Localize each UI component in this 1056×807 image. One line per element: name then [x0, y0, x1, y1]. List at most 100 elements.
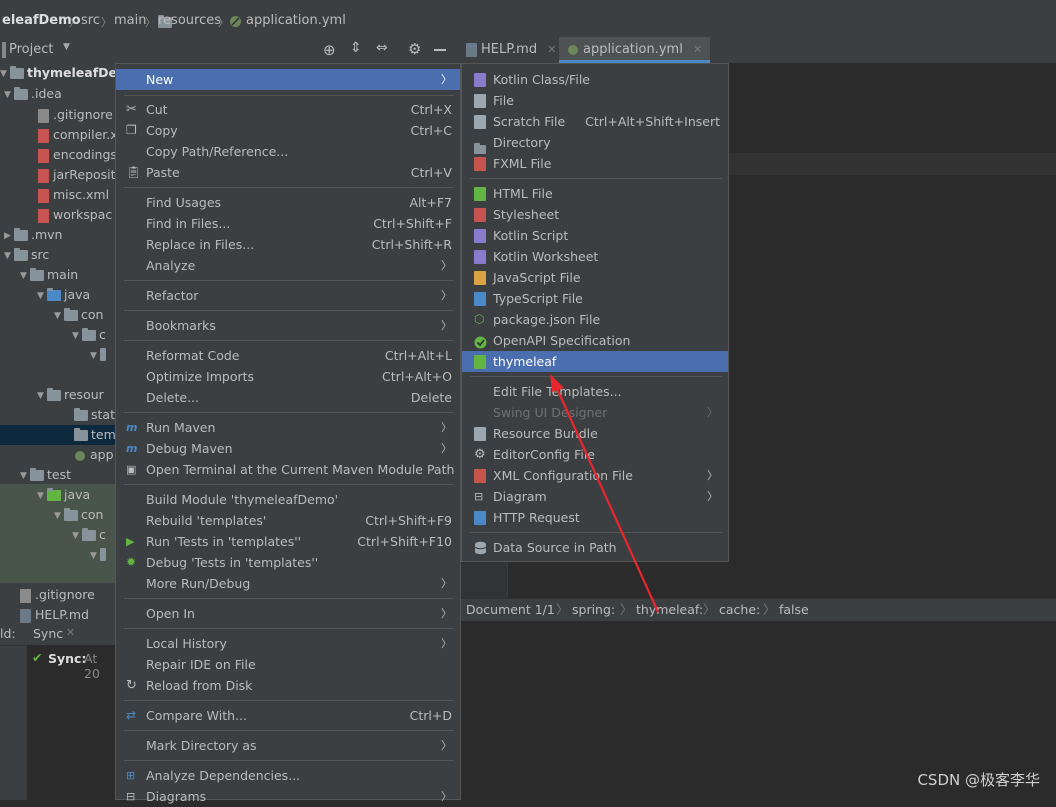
collapse-all-icon[interactable]: ⇔: [376, 40, 388, 56]
project-tree[interactable]: ▼thymeleafDemo ▼.idea .gitignore compile…: [0, 63, 115, 623]
tree-item-mvn[interactable]: ▶ .mvn: [4, 225, 62, 245]
menu-item-rebuild[interactable]: Rebuild 'templates' Ctrl+Shift+F9: [116, 510, 460, 531]
menu-item-more-run-debug[interactable]: More Run/Debug 〉: [116, 573, 460, 594]
submenu-item-javascript[interactable]: JavaScript File: [462, 267, 728, 288]
submenu-item-openapi[interactable]: OpenAPI Specification: [462, 330, 728, 351]
tree-item-main[interactable]: ▼ main: [20, 265, 78, 285]
tree-item-java[interactable]: ▼ java: [37, 285, 90, 305]
diagram-icon: ⊟: [126, 790, 136, 803]
crosshair-icon[interactable]: ⊕: [323, 41, 336, 59]
tree-item-encodings[interactable]: encodings: [38, 145, 115, 165]
tree-item-static[interactable]: stat: [74, 405, 115, 425]
tree-item-label: thymeleafDemo: [27, 65, 115, 80]
menu-item-delete[interactable]: Delete... Delete: [116, 387, 460, 408]
submenu-arrow-icon: 〉: [441, 421, 452, 434]
tree-item-root-gitignore[interactable]: .gitignore: [20, 585, 95, 605]
menu-item-find-usages[interactable]: Find Usages Alt+F7: [116, 192, 460, 213]
submenu-item-package-json[interactable]: ⬡ package.json File: [462, 309, 728, 330]
menu-item-new[interactable]: New 〉: [116, 69, 460, 90]
submenu-item-stylesheet[interactable]: Stylesheet: [462, 204, 728, 225]
gear-icon[interactable]: ⚙: [408, 40, 421, 58]
submenu-item-html[interactable]: HTML File: [462, 183, 728, 204]
tree-item-application-yml[interactable]: app: [74, 445, 114, 465]
tree-item-templates-selected[interactable]: tem: [0, 425, 115, 445]
submenu-item-directory[interactable]: Directory: [462, 132, 728, 154]
submenu-item-fxml[interactable]: FXML File: [462, 153, 728, 174]
menu-item-compare-with[interactable]: ⇄ Compare With... Ctrl+D: [116, 705, 460, 726]
diagram-icon: ⊟: [474, 490, 484, 503]
tree-item-root[interactable]: ▼thymeleafDemo: [0, 63, 115, 83]
minimize-icon[interactable]: [434, 49, 446, 51]
crumb-cache[interactable]: cache:: [719, 599, 760, 621]
sync-tab[interactable]: Sync: [33, 626, 63, 641]
menu-item-run-tests[interactable]: ▶ Run 'Tests in 'templates'' Ctrl+Shift+F1…: [116, 531, 460, 552]
tree-item-compiler[interactable]: compiler.x: [38, 125, 115, 145]
menu-item-open-in[interactable]: Open In 〉: [116, 603, 460, 624]
menu-item-diagrams[interactable]: ⊟ Diagrams 〉: [116, 786, 460, 807]
menu-item-debug-maven[interactable]: m Debug Maven 〉: [116, 438, 460, 459]
folder-icon: [474, 138, 486, 154]
menu-item-paste[interactable]: 📋︎ Paste Ctrl+V: [116, 162, 460, 183]
tree-item-package[interactable]: ▼: [90, 345, 106, 365]
submenu-item-typescript[interactable]: TypeScript File: [462, 288, 728, 309]
chevron-down-icon[interactable]: ▼: [63, 42, 70, 52]
tree-item-jarrepositories[interactable]: jarReposit: [38, 165, 115, 185]
menu-item-debug-tests[interactable]: ✹ Debug 'Tests in 'templates'': [116, 552, 460, 573]
tree-item-src[interactable]: ▼ src: [4, 245, 49, 265]
submenu-item-kotlin-script[interactable]: Kotlin Script: [462, 225, 728, 246]
crumb-false[interactable]: false: [779, 599, 809, 621]
menu-item-mark-directory[interactable]: Mark Directory as 〉: [116, 735, 460, 756]
menu-label: Diagrams: [146, 789, 207, 804]
tree-item-resources[interactable]: ▼ resour: [37, 385, 104, 405]
menu-item-find-in-files[interactable]: Find in Files... Ctrl+Shift+F: [116, 213, 460, 234]
breadcrumb-application-yml[interactable]: application.yml: [246, 13, 346, 28]
tree-item-test[interactable]: ▼ test: [20, 465, 71, 485]
menu-item-optimize-imports[interactable]: Optimize Imports Ctrl+Alt+O: [116, 366, 460, 387]
menu-item-copy[interactable]: ❐ Copy Ctrl+C: [116, 120, 460, 141]
menu-item-refactor[interactable]: Refactor 〉: [116, 285, 460, 306]
tree-item-package[interactable]: ▼ c: [72, 525, 106, 545]
menu-item-run-maven[interactable]: m Run Maven 〉: [116, 417, 460, 438]
menu-item-reformat-code[interactable]: Reformat Code Ctrl+Alt+L: [116, 345, 460, 366]
tree-item-misc[interactable]: misc.xml: [38, 185, 109, 205]
tree-item-package[interactable]: ▼ con: [54, 305, 103, 325]
menu-item-repair-ide[interactable]: Repair IDE on File: [116, 654, 460, 675]
tree-item-gitignore[interactable]: .gitignore: [38, 105, 113, 125]
build-tab[interactable]: ld:: [0, 626, 16, 641]
tab-help-md[interactable]: HELP.md ✕: [458, 37, 564, 63]
submenu-item-kotlin-class[interactable]: Kotlin Class/File: [462, 69, 728, 90]
breadcrumb-resources[interactable]: resources: [158, 13, 221, 28]
close-icon[interactable]: ✕: [66, 626, 75, 639]
tree-item-package[interactable]: ▼ con: [54, 505, 103, 525]
project-icon: [2, 42, 6, 58]
tree-item-workspace[interactable]: workspac: [38, 205, 112, 225]
menu-item-replace-in-files[interactable]: Replace in Files... Ctrl+Shift+R: [116, 234, 460, 255]
submenu-arrow-icon: 〉: [441, 319, 452, 332]
breadcrumb-main[interactable]: main: [114, 13, 146, 28]
tree-item-package[interactable]: ▼: [90, 545, 106, 565]
menu-item-bookmarks[interactable]: Bookmarks 〉: [116, 315, 460, 336]
breadcrumb-src[interactable]: src: [81, 13, 100, 28]
project-view-title[interactable]: Project: [9, 42, 53, 57]
tree-item-test-java[interactable]: ▼ java: [37, 485, 90, 505]
tree-item-idea[interactable]: ▼ .idea: [4, 84, 62, 104]
submenu-item-kotlin-worksheet[interactable]: Kotlin Worksheet: [462, 246, 728, 267]
menu-item-reload-from-disk[interactable]: ↻ Reload from Disk: [116, 675, 460, 696]
submenu-item-scratch-file[interactable]: Scratch File Ctrl+Alt+Shift+Insert: [462, 111, 728, 132]
menu-item-local-history[interactable]: Local History 〉: [116, 633, 460, 654]
folder-icon: [30, 268, 44, 281]
menu-item-analyze-dependencies[interactable]: ⊞ Analyze Dependencies...: [116, 765, 460, 786]
tree-item-package[interactable]: ▼ c: [72, 325, 106, 345]
close-icon[interactable]: ✕: [547, 43, 556, 56]
annotation-arrow: [550, 374, 660, 613]
menu-item-cut[interactable]: ✂ Cut Ctrl+X: [116, 99, 460, 120]
close-icon[interactable]: ✕: [693, 43, 702, 56]
expand-all-icon[interactable]: ⇕: [350, 40, 362, 56]
tree-item-help-md[interactable]: HELP.md: [20, 605, 89, 623]
submenu-item-file[interactable]: File: [462, 90, 728, 111]
menu-item-open-terminal[interactable]: ▣ Open Terminal at the Current Maven Modu…: [116, 459, 460, 480]
menu-item-analyze[interactable]: Analyze 〉: [116, 255, 460, 276]
menu-item-build-module[interactable]: Build Module 'thymeleafDemo': [116, 489, 460, 510]
menu-item-copy-path[interactable]: Copy Path/Reference...: [116, 141, 460, 162]
tab-application-yml[interactable]: application.yml ✕: [559, 37, 711, 63]
